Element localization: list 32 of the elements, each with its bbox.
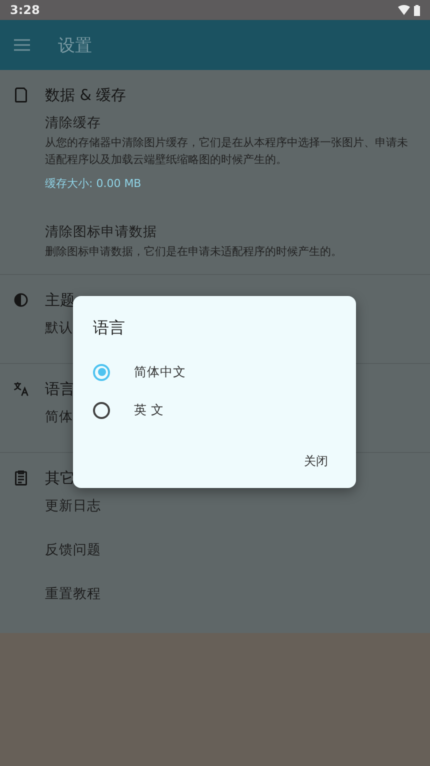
- item-description: 从您的存储器中清除图片缓存，它们是在从本程序中选择一张图片、申请未适配程序以及加载云端壁纸缩略图的时候产生的。: [45, 135, 409, 168]
- option-label[interactable]: 英 文: [134, 402, 164, 418]
- radio-button[interactable]: [93, 402, 110, 418]
- section-title: 语言: [45, 380, 75, 398]
- translate-icon: [12, 380, 30, 398]
- settings-item[interactable]: 反馈问题: [0, 535, 430, 579]
- radio-button[interactable]: [93, 364, 110, 380]
- section-title: 其它: [45, 468, 75, 488]
- item-title: 更新日志: [45, 497, 101, 515]
- item-title: 清除图标申请数据: [45, 223, 157, 241]
- section-title: 数据 & 缓存: [45, 86, 126, 104]
- contrast-icon: [12, 291, 30, 309]
- section-title: 主题: [45, 290, 75, 310]
- app-bar-title: 设置: [58, 34, 92, 56]
- item-title: 清除缓存: [45, 114, 101, 132]
- clipboard-icon: [12, 469, 30, 487]
- item-title: 重置教程: [45, 585, 101, 603]
- status-time: 3:28: [10, 3, 40, 17]
- wifi-icon: [398, 5, 410, 15]
- settings-item[interactable]: 重置教程: [0, 579, 430, 623]
- settings-item[interactable]: 清除缓存 从您的存储器中清除图片缓存，它们是在从本程序中选择一张图片、申请未适配程序以及加载云端壁纸缩略图的时候产生的。 缓存大小: 0.00 MB: [0, 108, 430, 217]
- settings-item[interactable]: 更新日志: [0, 491, 430, 535]
- battery-icon: [414, 4, 420, 16]
- cache-size: 缓存大小: 0.00 MB: [45, 176, 142, 191]
- sd-card-icon: [12, 86, 30, 104]
- close-button[interactable]: 关闭: [296, 447, 336, 476]
- menu-icon[interactable]: [14, 39, 30, 51]
- item-description: 删除图标申请数据，它们是在申请未适配程序的时候产生的。: [45, 244, 342, 260]
- settings-item[interactable]: 清除图标申请数据 删除图标申请数据，它们是在申请未适配程序的时候产生的。: [0, 217, 430, 268]
- dialog-title: 语言: [93, 318, 126, 339]
- item-title: 反馈问题: [45, 541, 101, 559]
- option-label[interactable]: 简体中文: [134, 364, 186, 380]
